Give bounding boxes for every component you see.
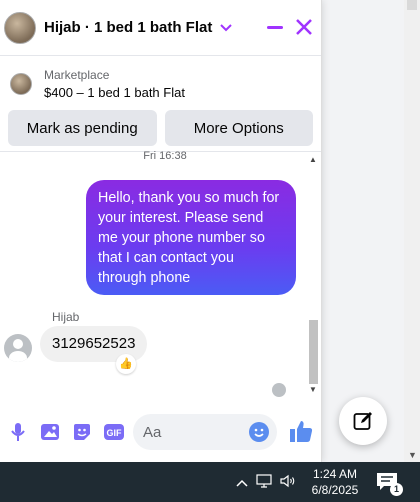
listing-price-title[interactable]: $400 – 1 bed 1 bath Flat: [44, 85, 185, 100]
message-input[interactable]: [143, 423, 243, 441]
message-input-wrap: [133, 414, 277, 450]
sender-name: Hijab: [52, 310, 80, 324]
emoji-icon[interactable]: [249, 422, 269, 442]
network-icon[interactable]: [256, 474, 272, 491]
mark-as-pending-button[interactable]: Mark as pending: [8, 110, 157, 146]
taskbar-clock[interactable]: 1:24 AM 6/8/2025: [306, 466, 364, 498]
listing-thumbnail[interactable]: [10, 73, 32, 95]
windows-taskbar: 1:24 AM 6/8/2025 1: [0, 462, 420, 502]
sender-avatar[interactable]: [4, 334, 32, 362]
clock-date: 6/8/2025: [311, 483, 359, 497]
svg-text:GIF: GIF: [107, 428, 123, 438]
page-scroll-down-icon[interactable]: ▼: [408, 450, 417, 460]
marketplace-label: Marketplace: [44, 68, 110, 82]
scroll-down-icon[interactable]: ▼: [309, 385, 317, 394]
listing-avatar[interactable]: [4, 11, 36, 44]
clock-time: 1:24 AM: [312, 467, 358, 481]
close-icon[interactable]: [295, 18, 313, 38]
chat-header: Hijab · 1 bed 1 bath Flat: [0, 0, 321, 56]
chevron-down-icon[interactable]: [220, 21, 233, 35]
message-list: Fri 16:38 Hello, thank you so much for y…: [0, 150, 322, 402]
show-hidden-icons-icon[interactable]: [236, 475, 248, 490]
thumbs-up-icon[interactable]: [288, 418, 314, 449]
more-options-button[interactable]: More Options: [164, 110, 313, 146]
minimize-icon[interactable]: [267, 26, 283, 29]
marketplace-listing: Marketplace $400 – 1 bed 1 bath Flat Mar…: [0, 56, 321, 152]
chat-title[interactable]: Hijab · 1 bed 1 bath Flat: [44, 19, 212, 36]
notification-count-badge: 1: [390, 483, 403, 496]
new-message-button[interactable]: [339, 397, 387, 445]
outgoing-message[interactable]: Hello, thank you so much for your intere…: [86, 180, 296, 295]
message-timestamp: Fri 16:38: [143, 150, 187, 162]
chat-window: Hijab · 1 bed 1 bath Flat Marketplace $4…: [0, 0, 322, 462]
scroll-up-icon[interactable]: ▲: [309, 155, 317, 164]
page-scroll-thumb[interactable]: [407, 0, 417, 10]
sticker-icon[interactable]: [70, 420, 94, 444]
seen-avatar-icon: [272, 383, 286, 397]
compose-icon: [353, 412, 372, 430]
microphone-icon[interactable]: [6, 420, 30, 444]
page-scrollbar[interactable]: ▼: [404, 0, 420, 462]
message-composer: GIF: [0, 402, 322, 462]
volume-icon[interactable]: [280, 474, 296, 491]
gif-icon[interactable]: GIF: [102, 420, 126, 444]
system-tray: [236, 474, 296, 491]
photo-icon[interactable]: [38, 420, 62, 444]
message-scroll-thumb[interactable]: [309, 320, 318, 384]
message-scrollbar[interactable]: ▲ ▼: [306, 152, 320, 400]
thumbs-up-reaction-icon[interactable]: 👍: [116, 354, 136, 374]
notifications-icon[interactable]: 1: [376, 472, 403, 496]
